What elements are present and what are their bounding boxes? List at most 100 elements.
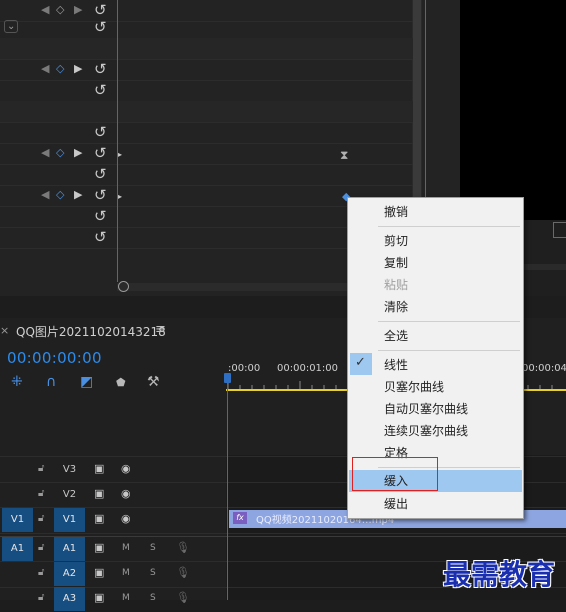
close-tab-icon[interactable]: × [0, 324, 9, 337]
menu-item-label: 自动贝塞尔曲线 [384, 402, 469, 416]
menu-item-linear[interactable]: 线性 [349, 354, 522, 376]
menu-item-auto-bezier[interactable]: 自动贝塞尔曲线 [349, 398, 522, 420]
track-header-a2[interactable]: 🔓︎ A2 ▣ M S 🎙︎ [0, 562, 226, 587]
add-keyframe-icon[interactable]: ◇ [56, 188, 64, 201]
menu-separator [378, 226, 520, 227]
effect-controls-divider [117, 0, 118, 282]
lock-icon[interactable]: 🔓︎ [38, 513, 44, 524]
source-patch[interactable]: V1 [2, 508, 33, 532]
add-keyframe-icon[interactable]: ◇ [56, 62, 64, 75]
mute-button[interactable]: M [122, 543, 130, 553]
track-header-v2[interactable]: 🔓︎ V2 ▣ ◉ [0, 483, 226, 508]
sequence-tab[interactable]: QQ图片20211020143218 [16, 323, 166, 340]
reset-icon[interactable]: ↺ [94, 228, 107, 246]
lock-icon[interactable]: 🔓︎ [38, 488, 44, 499]
microphone-icon[interactable]: 🎙︎ [176, 541, 190, 554]
prev-keyframe-icon[interactable]: ◀ [41, 3, 49, 16]
add-keyframe-icon[interactable]: ◇ [56, 146, 64, 159]
reset-icon[interactable]: ↺ [94, 207, 107, 225]
reset-icon[interactable]: ↺ [94, 18, 107, 36]
menu-item-undo[interactable]: 撤销 [349, 201, 522, 223]
track-name[interactable]: V2 [54, 483, 85, 507]
property-row: ◀ ◇ ▶ ↺ [0, 59, 413, 81]
next-keyframe-icon[interactable]: ▶ [74, 188, 82, 201]
menu-item-ease-out[interactable]: 缓出 [349, 493, 522, 515]
solo-button[interactable]: S [150, 568, 156, 578]
mute-button[interactable]: M [122, 593, 130, 603]
reset-icon[interactable]: ↺ [94, 123, 107, 141]
menu-item-select-all[interactable]: 全选 [349, 325, 522, 347]
snap-magnet-icon[interactable]: ∩ [46, 374, 56, 390]
eye-icon[interactable]: ◉ [121, 487, 131, 500]
hscroll-handle[interactable] [118, 281, 129, 292]
menu-item-clear[interactable]: 清除 [349, 296, 522, 318]
add-keyframe-icon[interactable]: ◇ [56, 3, 64, 16]
menu-item-cut[interactable]: 剪切 [349, 230, 522, 252]
sync-lock-icon[interactable]: ▣ [94, 462, 104, 475]
effect-controls-scroll-thumb[interactable] [413, 0, 421, 200]
watermark-text: 最需教育 [443, 558, 556, 591]
reset-icon[interactable]: ↺ [94, 165, 107, 183]
menu-item-label: 清除 [384, 300, 409, 314]
sync-lock-icon[interactable]: ▣ [94, 591, 104, 604]
menu-item-copy[interactable]: 复制 [349, 252, 522, 274]
prev-keyframe-icon[interactable]: ◀ [41, 188, 49, 201]
property-row: ◀ ◇ ▶ ↺ [0, 143, 413, 165]
menu-item-label: 剪切 [384, 234, 409, 248]
menu-item-label: 撤销 [384, 205, 409, 219]
track-header-v3[interactable]: 🔓︎ V3 ▣ ◉ [0, 458, 226, 483]
ruler-label: 00:00:01:00 [277, 363, 339, 374]
solo-button[interactable]: S [150, 593, 156, 603]
sync-lock-icon[interactable]: ▣ [94, 566, 104, 579]
track-header-a1[interactable]: A1 🔓︎ A1 ▣ M S 🎙︎ [0, 537, 226, 562]
fx-badge[interactable]: fx [233, 512, 247, 524]
mute-button[interactable]: M [122, 568, 130, 578]
keyframe-marker-icon: ▸ [118, 150, 123, 159]
track-name[interactable]: A2 [54, 562, 85, 586]
panel-menu-icon[interactable]: ≡ [155, 322, 166, 337]
source-patch[interactable]: A1 [2, 537, 33, 561]
track-name[interactable]: V1 [54, 508, 85, 532]
prev-keyframe-icon[interactable]: ◀ [41, 146, 49, 159]
playhead-line[interactable] [227, 376, 228, 600]
next-keyframe-icon[interactable]: ▶ [74, 146, 82, 159]
prev-keyframe-icon[interactable]: ◀ [41, 62, 49, 75]
dropdown-chevron-icon[interactable]: ⌄ [4, 20, 19, 33]
eye-icon[interactable]: ◉ [121, 462, 131, 475]
reset-icon[interactable]: ↺ [94, 144, 107, 162]
hold-keyframe-icon[interactable]: ⧗ [340, 148, 348, 163]
track-name[interactable]: A1 [54, 537, 85, 561]
eye-icon[interactable]: ◉ [121, 512, 131, 525]
nest-sequence-icon[interactable]: ⁜ [11, 374, 23, 390]
next-keyframe-icon[interactable]: ▶ [74, 3, 82, 16]
property-row: ↺ [0, 122, 413, 144]
linked-selection-icon[interactable]: ◩ [80, 374, 93, 390]
lock-icon[interactable]: 🔓︎ [38, 463, 44, 474]
sync-lock-icon[interactable]: ▣ [94, 487, 104, 500]
track-header-v1[interactable]: V1 🔓︎ V1 ▣ ◉ [0, 508, 226, 533]
playhead-handle[interactable] [224, 373, 231, 383]
playhead-timecode[interactable]: 00:00:00:00 [7, 349, 102, 367]
monitor-dropdown[interactable] [553, 222, 566, 238]
add-marker-icon[interactable]: ⬟ [116, 376, 126, 389]
menu-item-bezier[interactable]: 贝塞尔曲线 [349, 376, 522, 398]
effect-controls-edge [425, 0, 426, 205]
lock-icon[interactable]: 🔓︎ [38, 542, 44, 553]
sync-lock-icon[interactable]: ▣ [94, 541, 104, 554]
track-name[interactable]: A3 [54, 587, 85, 611]
solo-button[interactable]: S [150, 543, 156, 553]
wrench-icon[interactable]: ⚒ [147, 374, 160, 390]
check-icon: ✓ [355, 355, 366, 370]
track-name[interactable]: V3 [54, 458, 85, 482]
lock-icon[interactable]: 🔓︎ [38, 567, 44, 578]
highlight-annotation-box [352, 457, 438, 491]
lock-icon[interactable]: 🔓︎ [38, 592, 44, 603]
reset-icon[interactable]: ↺ [94, 186, 107, 204]
microphone-icon[interactable]: 🎙︎ [176, 591, 190, 604]
sync-lock-icon[interactable]: ▣ [94, 512, 104, 525]
reset-icon[interactable]: ↺ [94, 60, 107, 78]
reset-icon[interactable]: ↺ [94, 81, 107, 99]
menu-item-continuous-bezier[interactable]: 连续贝塞尔曲线 [349, 420, 522, 442]
microphone-icon[interactable]: 🎙︎ [176, 566, 190, 579]
next-keyframe-icon[interactable]: ▶ [74, 62, 82, 75]
